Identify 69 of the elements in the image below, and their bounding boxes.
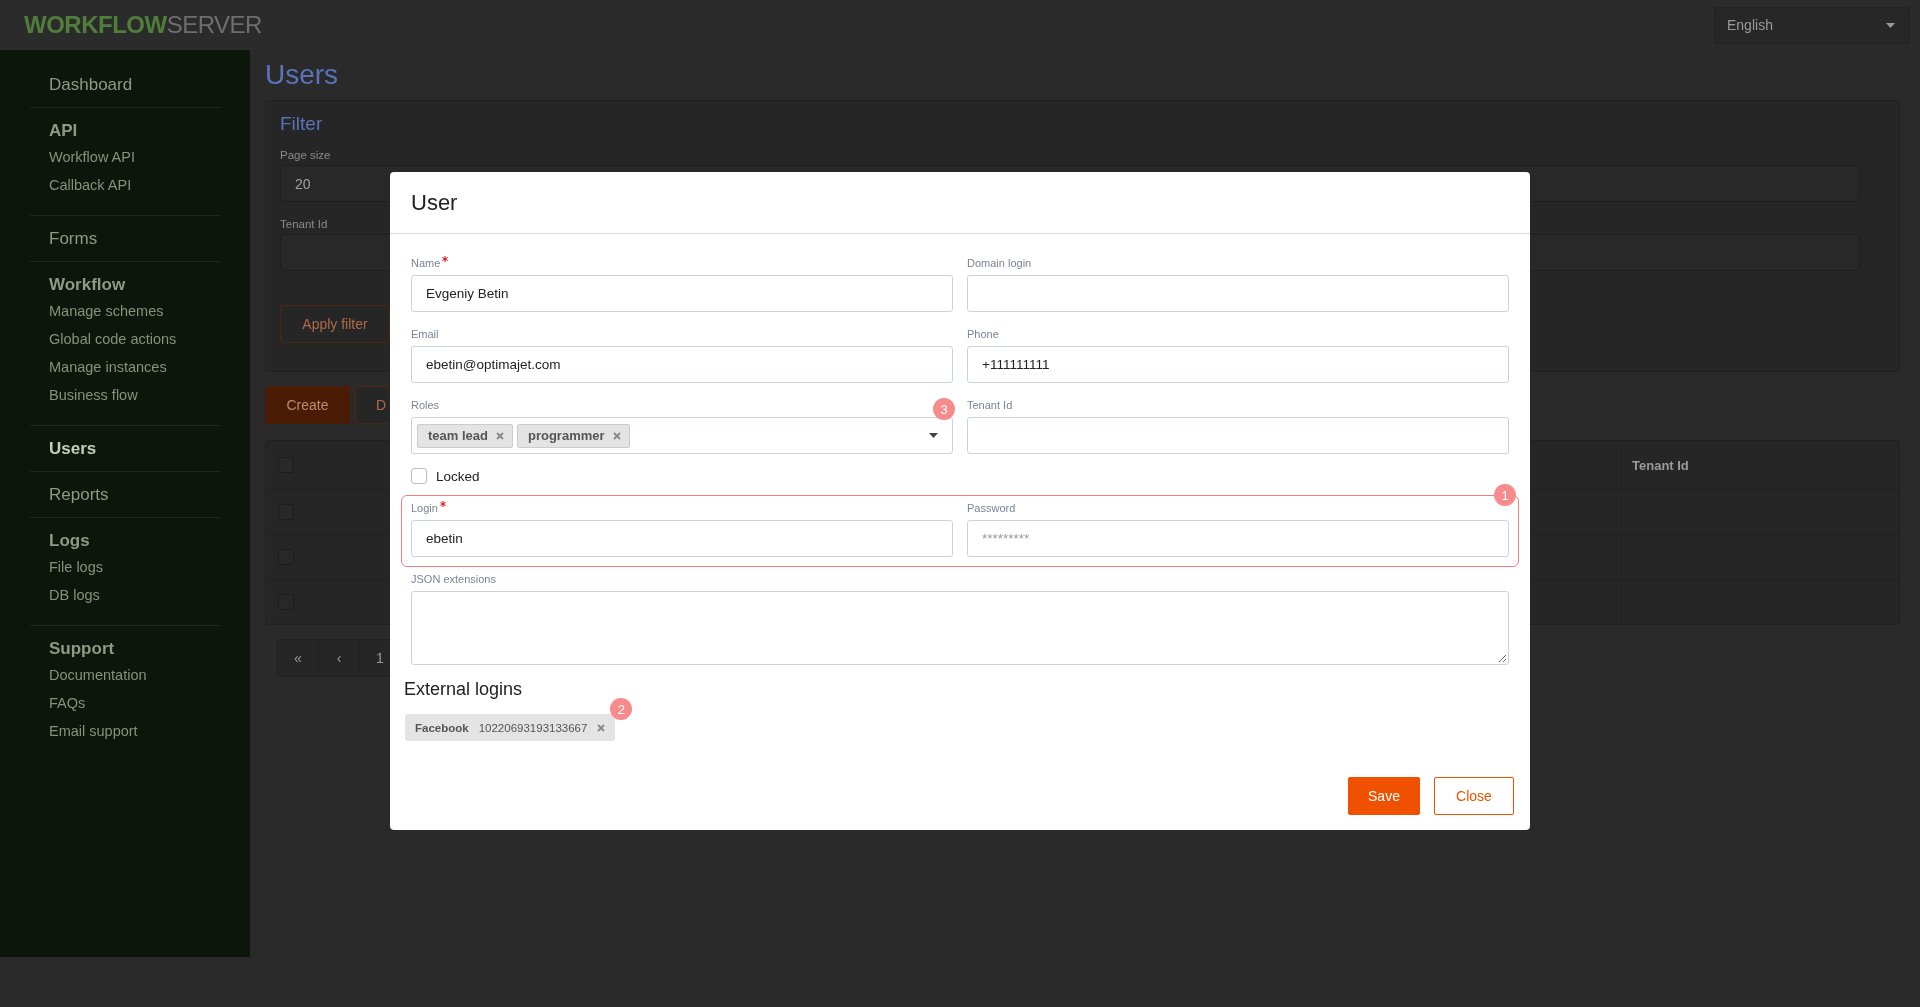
apply-filter-button[interactable]: Apply filter — [280, 305, 390, 343]
panel-title: Filter — [280, 113, 323, 135]
field-label: Roles — [411, 398, 440, 413]
field-label: Tenant Id — [280, 218, 328, 230]
save-button[interactable]: Save — [1348, 777, 1420, 815]
caret-icon[interactable] — [1886, 22, 1895, 28]
language-dropdown[interactable]: English — [1714, 6, 1910, 44]
sidebar-item[interactable]: Reports — [49, 482, 109, 507]
login-tag[interactable]: Facebook 10220693193133667 — [405, 714, 616, 741]
input-field[interactable] — [967, 417, 1509, 454]
sidebar-item[interactable]: Workflow — [49, 272, 126, 297]
remove-icon[interactable] — [496, 431, 504, 440]
annotation-badge: 2 — [610, 698, 633, 720]
sidebar-link[interactable]: DB logs — [49, 581, 100, 609]
sidebar-link[interactable]: File logs — [49, 553, 103, 581]
sidebar-link[interactable]: Email support — [49, 717, 138, 745]
role-tag[interactable]: programmer — [517, 423, 630, 448]
caret-icon[interactable] — [929, 433, 938, 438]
sidebar-link[interactable]: Manage schemes — [49, 297, 164, 325]
field-label: Tenant Id — [967, 398, 1013, 413]
checkbox-label: Locked — [436, 468, 480, 484]
logo-text: WORKFLOW — [24, 11, 167, 39]
input-field[interactable]: ebetin@optimajet.com — [411, 346, 953, 383]
field-label: Password — [967, 501, 1016, 516]
sidebar-item[interactable]: Users — [49, 436, 97, 461]
remove-icon[interactable] — [612, 431, 621, 440]
sidebar-link[interactable]: FAQs — [49, 689, 86, 717]
sidebar-link[interactable]: Manage instances — [49, 353, 167, 381]
input-field[interactable]: ebetin — [411, 520, 953, 557]
sidebar-link[interactable]: Global code actions — [49, 325, 177, 353]
close-button[interactable]: Close — [1434, 777, 1514, 815]
sidebar-link[interactable]: Workflow API — [49, 143, 135, 171]
page-button[interactable]: « — [277, 639, 319, 677]
asterisk-icon — [442, 256, 449, 262]
field-label: Page size — [280, 149, 331, 161]
sidebar-link[interactable]: Business flow — [49, 381, 138, 409]
roles-select[interactable]: team lead programmer — [411, 417, 953, 454]
asterisk-icon — [439, 501, 446, 507]
dialog-title: User — [411, 189, 458, 216]
input-field[interactable]: +111111111 — [967, 346, 1509, 383]
annotation-badge: 3 — [933, 398, 955, 420]
input-field[interactable]: Evgeniy Betin — [411, 275, 953, 312]
field-label: Phone — [967, 327, 999, 342]
sidebar-link[interactable]: Callback API — [49, 171, 132, 199]
page-button[interactable]: ‹ — [318, 639, 360, 677]
checkbox[interactable] — [411, 468, 427, 484]
sidebar-item[interactable]: Support — [49, 636, 115, 661]
field-label: Name — [411, 256, 449, 271]
action-button[interactable]: Create — [265, 386, 350, 424]
annotation-badge: 1 — [1494, 484, 1516, 506]
field-label: JSON extensions — [411, 572, 496, 587]
remove-icon[interactable] — [597, 723, 606, 732]
column-header: Tenant Id — [1632, 457, 1689, 473]
sidebar-item[interactable]: API — [49, 118, 78, 143]
input-field[interactable] — [967, 275, 1509, 312]
field-label: Login — [411, 501, 446, 516]
input-field[interactable]: ********* — [967, 520, 1509, 557]
field-label: Domain login — [967, 256, 1032, 271]
sidebar-item[interactable]: Dashboard — [49, 72, 133, 97]
resize-icon[interactable] — [1498, 654, 1506, 662]
sidebar-item[interactable]: Forms — [49, 226, 98, 251]
action-button[interactable]: D — [355, 386, 389, 424]
role-tag[interactable]: team lead — [417, 423, 513, 448]
logo-text: SERVER — [166, 11, 262, 39]
field-label: Email — [411, 327, 439, 342]
sidebar-item[interactable]: Logs — [49, 528, 90, 553]
sidebar-link[interactable]: Documentation — [49, 661, 147, 689]
section-title: External logins — [404, 678, 523, 701]
page-title: Users — [265, 58, 339, 92]
